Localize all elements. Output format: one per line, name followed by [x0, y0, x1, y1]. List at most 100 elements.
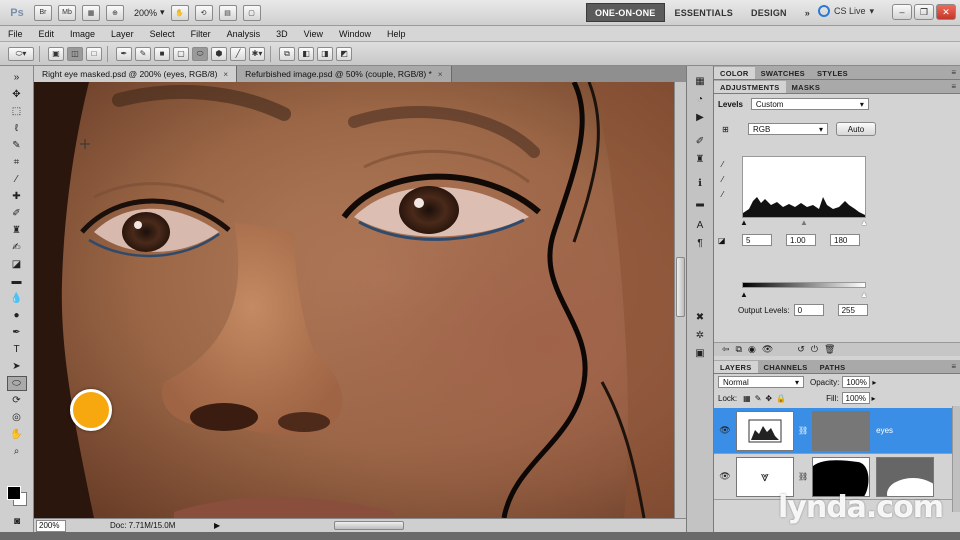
- zoom-level-button[interactable]: ⊕: [106, 4, 124, 21]
- power-icon[interactable]: ⏻: [811, 344, 818, 355]
- close-button[interactable]: ✕: [936, 4, 956, 20]
- menu-edit[interactable]: Edit: [31, 29, 63, 39]
- 3d-orbit-tool[interactable]: ◎: [7, 410, 27, 425]
- workspace-design[interactable]: DESIGN: [743, 3, 795, 22]
- menu-view[interactable]: View: [296, 29, 331, 39]
- tab-right-eye-masked[interactable]: Right eye masked.psd @ 200% (eyes, RGB/8…: [34, 66, 238, 82]
- input-black-field[interactable]: 5: [742, 234, 772, 246]
- trash-icon[interactable]: 🗑: [824, 344, 835, 355]
- gray-point-eyedropper-icon[interactable]: ⁄: [722, 175, 723, 184]
- clip-icon[interactable]: ◪: [718, 236, 736, 245]
- pen-tool-button[interactable]: ✒: [116, 46, 132, 61]
- fill-pixels-button[interactable]: □: [86, 46, 102, 61]
- tab-swatches[interactable]: SWATCHES: [755, 67, 811, 79]
- view-previous-icon[interactable]: 👁: [762, 344, 773, 355]
- output-white-slider-icon[interactable]: ▲: [860, 290, 868, 299]
- eyedropper-tool[interactable]: ⁄: [7, 172, 27, 187]
- add-to-path-button[interactable]: ⧉: [279, 46, 295, 61]
- quick-mask-button[interactable]: ◙: [7, 514, 27, 529]
- foreground-color-swatch[interactable]: [7, 486, 21, 500]
- healing-brush-tool[interactable]: ✚: [7, 189, 27, 204]
- menu-3d[interactable]: 3D: [268, 29, 296, 39]
- path-selection-tool[interactable]: ➤: [7, 359, 27, 374]
- eye-icon[interactable]: 👁: [714, 425, 736, 436]
- tools-collapse-button[interactable]: »: [7, 70, 27, 85]
- marquee-tool[interactable]: ⬚: [7, 104, 27, 119]
- lock-transparency-icon[interactable]: ▦: [743, 394, 751, 403]
- screen-mode-button[interactable]: ▢: [242, 4, 261, 21]
- character-icon[interactable]: A: [692, 218, 708, 232]
- menu-filter[interactable]: Filter: [183, 29, 219, 39]
- layer-row-eyes[interactable]: 👁 ⛓ eyes: [714, 408, 952, 454]
- info-icon[interactable]: ℹ: [692, 176, 708, 190]
- workspace-one-on-one[interactable]: ONE-ON-ONE: [586, 3, 665, 22]
- panel-menu-icon[interactable]: ≡: [951, 68, 956, 77]
- status-menu-arrow-icon[interactable]: ▶: [214, 521, 220, 530]
- tab-channels[interactable]: CHANNELS: [758, 361, 814, 373]
- freeform-pen-button[interactable]: ✎: [135, 46, 151, 61]
- hand-tool-button[interactable]: ✋: [170, 4, 189, 21]
- crop-tool[interactable]: ⌗: [7, 155, 27, 170]
- animation-icon[interactable]: ▣: [692, 346, 708, 360]
- link-icon[interactable]: ⛓: [798, 426, 808, 435]
- opacity-field[interactable]: 100%: [842, 376, 871, 388]
- rounded-rectangle-button[interactable]: ▢: [173, 46, 189, 61]
- exclude-path-button[interactable]: ◩: [336, 46, 352, 61]
- dodge-tool[interactable]: ●: [7, 308, 27, 323]
- gamma-slider-icon[interactable]: ▲: [800, 218, 808, 227]
- actions-icon[interactable]: ▶: [692, 110, 708, 124]
- blend-mode-select[interactable]: Normal ▾: [718, 376, 804, 388]
- panel-menu-icon[interactable]: ≡: [951, 82, 956, 91]
- zoom-tool[interactable]: ⌕: [7, 444, 27, 459]
- lasso-tool[interactable]: ℓ: [7, 121, 27, 136]
- tab-masks[interactable]: MASKS: [786, 81, 827, 93]
- output-sliders[interactable]: ▲ ▲: [740, 290, 868, 299]
- 3d-rotate-tool[interactable]: ⟳: [7, 393, 27, 408]
- minimize-button[interactable]: –: [892, 4, 912, 20]
- history-icon[interactable]: ◔: [692, 92, 708, 106]
- black-slider-icon[interactable]: ▲: [740, 218, 748, 227]
- menu-help[interactable]: Help: [379, 29, 414, 39]
- white-slider-icon[interactable]: ▲: [860, 218, 868, 227]
- rotate-view-button[interactable]: ⟲: [194, 4, 213, 21]
- input-sliders[interactable]: ▲ ▲ ▲: [740, 218, 868, 227]
- subtract-path-button[interactable]: ◧: [298, 46, 314, 61]
- menu-file[interactable]: File: [0, 29, 31, 39]
- shape-layers-button[interactable]: ▣: [48, 46, 64, 61]
- auto-button[interactable]: Auto: [836, 122, 876, 136]
- menu-analysis[interactable]: Analysis: [219, 29, 269, 39]
- move-tool[interactable]: ✥: [7, 87, 27, 102]
- visibility-icon[interactable]: ◉: [748, 344, 756, 355]
- navigator-icon[interactable]: ▦: [692, 74, 708, 88]
- menu-select[interactable]: Select: [142, 29, 183, 39]
- mini-bridge-button[interactable]: Mb: [58, 4, 76, 21]
- tab-styles[interactable]: STYLES: [811, 67, 854, 79]
- ellipse-tool-button[interactable]: ⬭: [192, 46, 208, 61]
- brush-preset-icon[interactable]: ✐: [692, 134, 708, 148]
- close-icon[interactable]: ×: [438, 70, 443, 79]
- status-zoom-field[interactable]: 200%: [36, 519, 66, 532]
- polygon-tool-button[interactable]: ⬢: [211, 46, 227, 61]
- paragraph-icon[interactable]: ¶: [692, 236, 708, 250]
- chevron-right-icon[interactable]: ▸: [872, 394, 876, 403]
- brush-tool[interactable]: ✐: [7, 206, 27, 221]
- input-gamma-field[interactable]: 1.00: [786, 234, 816, 246]
- hand-tool[interactable]: ✋: [7, 427, 27, 442]
- output-black-field[interactable]: 0: [793, 304, 824, 316]
- extras-button[interactable]: ▦: [82, 4, 100, 21]
- lock-pixels-icon[interactable]: ✎: [755, 394, 762, 403]
- custom-shape-button[interactable]: ✱▾: [249, 46, 265, 61]
- tab-adjustments[interactable]: ADJUSTMENTS: [714, 81, 786, 93]
- clone-source-icon[interactable]: ♜: [692, 152, 708, 166]
- zoom-level-select[interactable]: 200% ▾: [134, 7, 165, 18]
- return-icon[interactable]: ⇦: [722, 344, 730, 355]
- bridge-button[interactable]: Br: [34, 4, 52, 21]
- layer-mask-thumbnail[interactable]: [812, 410, 871, 451]
- lock-all-icon[interactable]: 🔒: [776, 394, 786, 403]
- eraser-tool[interactable]: ◪: [7, 257, 27, 272]
- link-icon[interactable]: ⛓: [798, 472, 808, 481]
- reset-icon[interactable]: ↺: [797, 344, 805, 355]
- histogram-icon[interactable]: ▂: [692, 194, 708, 208]
- line-tool-button[interactable]: ╱: [230, 46, 246, 61]
- tool-preset-picker[interactable]: ⬭▾: [8, 46, 34, 61]
